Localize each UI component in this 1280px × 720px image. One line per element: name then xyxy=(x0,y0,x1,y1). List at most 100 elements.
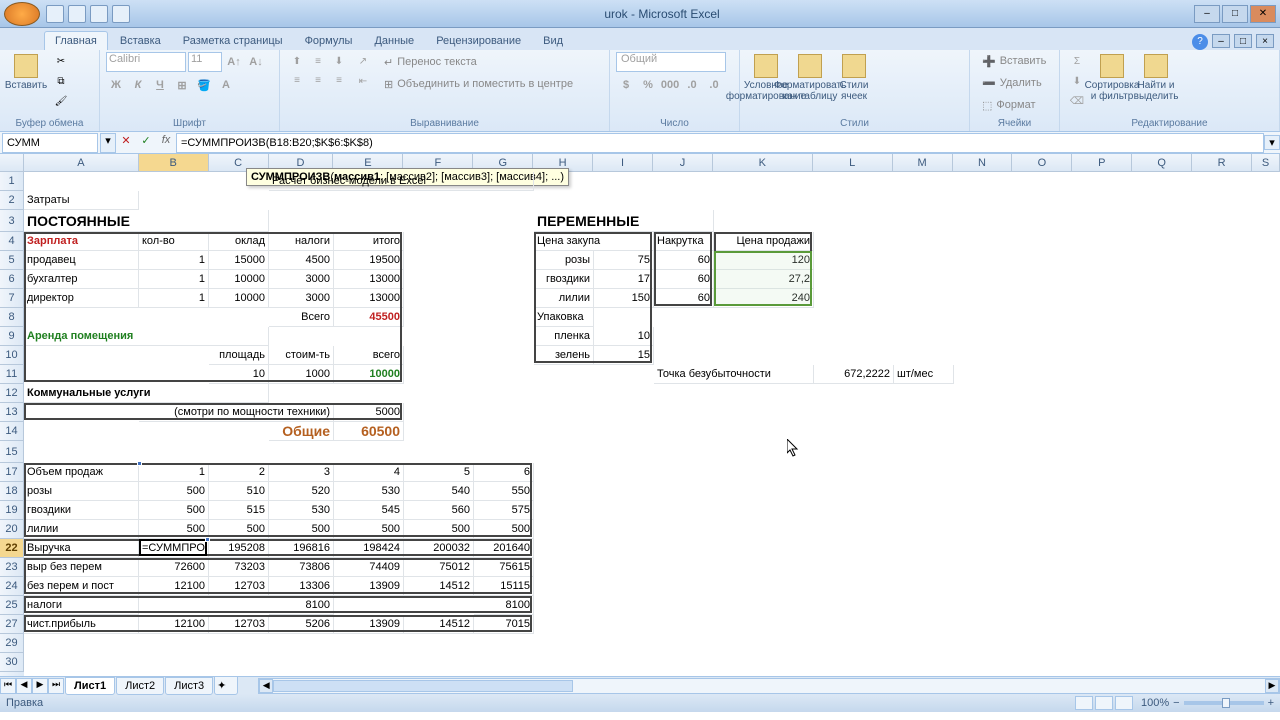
cell[interactable]: Накрутка xyxy=(654,232,714,251)
row-header-9[interactable]: 9 xyxy=(0,327,24,346)
cell[interactable]: 60 xyxy=(654,270,714,289)
cell[interactable]: 10 xyxy=(209,365,269,384)
fill-color-icon[interactable]: 🪣 xyxy=(194,76,214,94)
col-header-A[interactable]: A xyxy=(24,154,139,171)
cell[interactable]: 13909 xyxy=(334,615,404,634)
cell[interactable]: 14512 xyxy=(404,615,474,634)
close-button[interactable]: ✕ xyxy=(1250,5,1276,23)
format-as-table-button[interactable]: Форматировать как таблицу xyxy=(790,52,830,114)
cell[interactable]: Цена продажи xyxy=(714,232,814,251)
row-header-14[interactable]: 14 xyxy=(0,422,24,441)
cell[interactable]: 17 xyxy=(594,270,654,289)
cell[interactable]: 8100 xyxy=(474,596,534,615)
row-header-17[interactable]: 17 xyxy=(0,463,24,482)
delete-cells-button[interactable]: ➖Удалить xyxy=(976,74,1053,92)
cell[interactable]: 3000 xyxy=(269,289,334,308)
help-icon[interactable]: ? xyxy=(1192,34,1208,50)
cell[interactable]: лилии xyxy=(534,289,594,308)
row-header-27[interactable]: 27 xyxy=(0,615,24,634)
cell[interactable]: 73203 xyxy=(209,558,269,577)
scroll-right-icon[interactable]: ▶ xyxy=(1265,679,1279,693)
cell[interactable]: 5 xyxy=(404,463,474,482)
sheet-tab-1[interactable]: Лист1 xyxy=(65,677,115,695)
cell[interactable]: налоги xyxy=(269,232,334,251)
cell[interactable]: 1000 xyxy=(269,365,334,384)
decrease-decimal-icon[interactable]: .0 xyxy=(704,76,724,94)
row-header-12[interactable]: 12 xyxy=(0,384,24,403)
insert-cells-button[interactable]: ➕Вставить xyxy=(976,52,1053,70)
cell[interactable]: 530 xyxy=(334,482,404,501)
cell[interactable]: гвоздики xyxy=(534,270,594,289)
cell[interactable]: 13000 xyxy=(334,289,404,308)
tab-data[interactable]: Данные xyxy=(364,32,424,50)
ribbon-minimize-icon[interactable]: – xyxy=(1212,34,1230,48)
col-header-J[interactable]: J xyxy=(653,154,713,171)
cell[interactable]: розы xyxy=(24,482,139,501)
orientation-icon[interactable]: ↗ xyxy=(352,52,374,70)
cell[interactable]: 3000 xyxy=(269,270,334,289)
cell[interactable]: Точка безубыточности xyxy=(654,365,814,384)
cell[interactable]: 8100 xyxy=(269,596,334,615)
row-header-1[interactable]: 1 xyxy=(0,172,24,191)
cell[interactable]: 7015 xyxy=(474,615,534,634)
comma-icon[interactable]: 000 xyxy=(660,76,680,94)
name-box-dropdown-icon[interactable]: ▾ xyxy=(100,133,116,153)
cell[interactable]: 1 xyxy=(139,463,209,482)
cell[interactable]: (смотри по мощности техники) xyxy=(139,403,334,422)
scroll-left-icon[interactable]: ◀ xyxy=(259,679,273,693)
cell[interactable]: 672,2222 xyxy=(814,365,894,384)
cell[interactable]: 27,2 xyxy=(714,270,814,289)
tab-home[interactable]: Главная xyxy=(44,31,108,50)
format-cells-button[interactable]: ⬚Формат xyxy=(976,96,1053,114)
zoom-slider[interactable] xyxy=(1184,701,1264,705)
cell[interactable]: 13306 xyxy=(269,577,334,596)
col-header-P[interactable]: P xyxy=(1072,154,1132,171)
cell[interactable]: 500 xyxy=(139,501,209,520)
cell[interactable]: 120 xyxy=(714,251,814,270)
cell[interactable]: 72600 xyxy=(139,558,209,577)
workbook-restore-icon[interactable]: □ xyxy=(1234,34,1252,48)
row-header-6[interactable]: 6 xyxy=(0,270,24,289)
cell[interactable]: шт/мес xyxy=(894,365,954,384)
cell[interactable]: 60500 xyxy=(334,422,404,441)
cell[interactable]: лилии xyxy=(24,520,139,539)
normal-view-icon[interactable] xyxy=(1075,696,1093,710)
cell[interactable]: 10000 xyxy=(334,365,404,384)
cell[interactable]: Зарплата xyxy=(24,232,139,251)
cell[interactable]: 12100 xyxy=(139,577,209,596)
cell[interactable]: 545 xyxy=(334,501,404,520)
cell[interactable]: 10000 xyxy=(209,289,269,308)
cell[interactable]: 1 xyxy=(139,270,209,289)
row-header-29[interactable]: 29 xyxy=(0,634,24,653)
row-header-8[interactable]: 8 xyxy=(0,308,24,327)
select-all-corner[interactable] xyxy=(0,154,24,171)
horizontal-scrollbar[interactable]: ◀ ▶ xyxy=(258,678,1280,694)
cell[interactable]: 60 xyxy=(654,251,714,270)
cell[interactable]: 15115 xyxy=(474,577,534,596)
cell[interactable]: 515 xyxy=(209,501,269,520)
decrease-indent-icon[interactable]: ⇤ xyxy=(352,72,374,90)
row-header-7[interactable]: 7 xyxy=(0,289,24,308)
cell[interactable]: розы xyxy=(534,251,594,270)
cell[interactable]: 500 xyxy=(334,520,404,539)
cell[interactable]: 60 xyxy=(654,289,714,308)
cell[interactable]: налоги xyxy=(24,596,139,615)
align-center-icon[interactable]: ≡ xyxy=(307,71,329,89)
font-size-select[interactable]: 11 xyxy=(188,52,222,72)
row-header-3[interactable]: 3 xyxy=(0,210,24,232)
col-header-S[interactable]: S xyxy=(1252,154,1280,171)
sort-filter-button[interactable]: Сортировка и фильтр xyxy=(1092,52,1132,114)
prev-sheet-icon[interactable]: ◀ xyxy=(16,678,32,694)
tab-insert[interactable]: Вставка xyxy=(110,32,171,50)
cell[interactable]: ПОСТОЯННЫЕ xyxy=(24,210,269,232)
cell[interactable]: 500 xyxy=(404,520,474,539)
col-header-N[interactable]: N xyxy=(953,154,1013,171)
undo-icon[interactable] xyxy=(68,5,86,23)
row-header-10[interactable]: 10 xyxy=(0,346,24,365)
cell[interactable]: итого xyxy=(334,232,404,251)
row-header-11[interactable]: 11 xyxy=(0,365,24,384)
row-header-30[interactable]: 30 xyxy=(0,653,24,672)
cell[interactable]: 550 xyxy=(474,482,534,501)
redo-icon[interactable] xyxy=(90,5,108,23)
row-header-5[interactable]: 5 xyxy=(0,251,24,270)
